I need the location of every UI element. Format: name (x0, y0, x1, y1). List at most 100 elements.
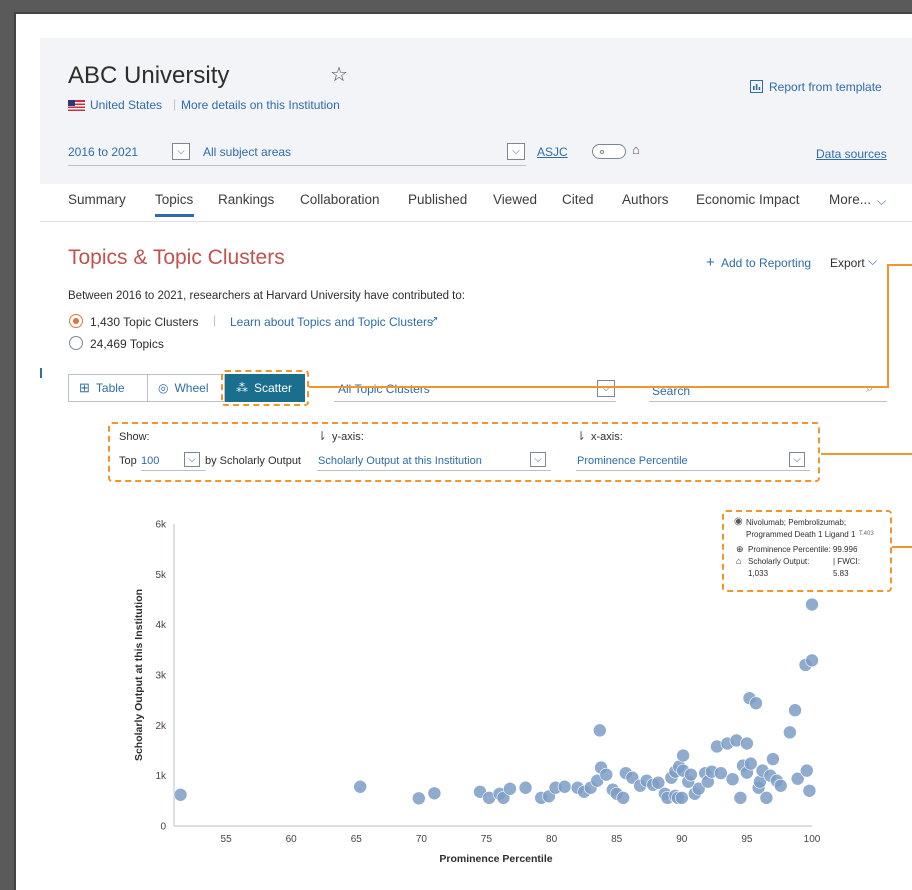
subject-area-select[interactable]: All subject areas (203, 145, 291, 159)
y-tick-label: 1k (155, 771, 167, 782)
scatter-point[interactable] (592, 723, 607, 738)
tooltip-fwci-label: | FWCI: (833, 557, 860, 566)
scatter-point[interactable] (353, 779, 367, 794)
scatter-point[interactable] (684, 767, 698, 782)
y-axis-title: Scholarly Output at this Institution (133, 589, 145, 761)
tab-topics[interactable]: Topics (155, 192, 193, 207)
data-sources-link[interactable]: Data sources (816, 147, 887, 161)
scatter-point[interactable] (725, 772, 740, 786)
scatter-point[interactable] (173, 787, 188, 802)
topic-cluster-select[interactable]: All Topic Clusters (338, 382, 430, 396)
details-link[interactable]: More details on this Institution (181, 98, 340, 112)
scatter-point[interactable] (759, 791, 774, 805)
scatter-point[interactable] (740, 736, 754, 751)
tab-collaboration[interactable]: Collaboration (300, 192, 380, 207)
scatter-point[interactable] (773, 778, 788, 793)
search-icon[interactable]: ⌕ (866, 380, 873, 396)
country-link[interactable]: United States (90, 98, 162, 112)
institution-icon: ⌂ (736, 556, 742, 566)
scatter-point[interactable] (676, 748, 690, 763)
scatter-point[interactable] (802, 783, 817, 798)
tab-rankings[interactable]: Rankings (218, 192, 274, 207)
top-prefix: Top (119, 455, 137, 467)
scatter-point[interactable] (518, 780, 533, 795)
tab-more[interactable]: More... (829, 192, 871, 207)
scatter-point[interactable] (805, 597, 819, 612)
radio-topics[interactable] (69, 336, 83, 350)
year-dropdown-chevron-icon[interactable]: ⌵ (172, 143, 190, 160)
tooltip-topic-name-line2: Programmed Death 1 Ligand 1 (746, 530, 856, 539)
scatter-point[interactable] (503, 781, 517, 796)
radio-topic-clusters[interactable] (69, 314, 83, 328)
tab-summary[interactable]: Summary (68, 192, 126, 207)
scatter-point[interactable] (674, 791, 689, 805)
separator: | (213, 313, 217, 327)
y-tick-label: 6k (155, 520, 167, 531)
report-from-template-link[interactable]: Report from template (769, 80, 882, 94)
edge-marker (40, 368, 42, 378)
scatter-point[interactable] (714, 766, 728, 780)
scatter-point[interactable] (783, 725, 797, 740)
export-chevron-icon[interactable]: ⌵ (868, 254, 877, 269)
scatter-point[interactable] (411, 791, 426, 806)
x-axis-select[interactable]: Prominence Percentile (577, 455, 688, 467)
scatter-point[interactable] (749, 696, 763, 710)
y-tick-label: 5k (155, 570, 167, 581)
toggle-switch[interactable] (592, 144, 626, 159)
tab-authors[interactable]: Authors (622, 192, 669, 207)
more-chevron-icon[interactable]: ⌵ (877, 194, 886, 209)
scatter-point[interactable] (557, 779, 572, 794)
learn-topics-link[interactable]: Learn about Topics and Topic Clusters (230, 315, 433, 329)
separator: | (173, 97, 177, 111)
annotation-line (821, 453, 912, 455)
scatter-point[interactable] (427, 786, 442, 801)
scatter-chart: 0 1k 2k 3k 4k 5k 6k 55 60 65 70 75 80 85 90 95 100 Prom… (133, 520, 821, 866)
annotation-line (892, 546, 912, 548)
x-axis-chevron-icon[interactable]: ⌵ (789, 452, 805, 467)
scatter-point[interactable] (733, 791, 748, 805)
by-scholarly-output-text: by Scholarly Output (205, 455, 301, 467)
section-description: Between 2016 to 2021, researchers at Har… (68, 290, 465, 302)
top-n-chevron-icon[interactable]: ⌵ (184, 452, 200, 467)
asjc-link[interactable]: ASJC (537, 145, 568, 159)
x-tick-label: 95 (741, 834, 753, 845)
scatter-point[interactable] (616, 791, 631, 805)
x-tick-label: 85 (611, 834, 623, 845)
annotation-line (887, 264, 889, 388)
table-view-button[interactable]: ⊞ Table (68, 374, 148, 402)
y-axis-chevron-icon[interactable]: ⌵ (530, 452, 546, 467)
star-icon[interactable]: ☆ (330, 62, 348, 87)
institution-building-icon: ⌂ (632, 142, 640, 157)
tooltip-output-value: 1,033 (748, 569, 769, 578)
globe-icon: ⊕ (736, 544, 744, 554)
radio-topics-label: 24,469 Topics (90, 337, 164, 351)
scatter-point[interactable] (799, 763, 814, 778)
add-to-reporting-button[interactable]: Add to Reporting (721, 256, 811, 270)
y-tick-label: 4k (155, 620, 167, 631)
tab-economic-impact[interactable]: Economic Impact (696, 192, 800, 207)
subject-dropdown-chevron-icon[interactable]: ⌵ (507, 143, 525, 160)
scatter-point[interactable] (805, 653, 819, 668)
export-button[interactable]: Export (830, 256, 865, 270)
scatter-point[interactable] (788, 703, 802, 718)
x-tick-label: 80 (546, 834, 558, 845)
tabs-divider (40, 221, 912, 222)
tooltip-topic-code: T.403 (859, 531, 874, 537)
scatter-point[interactable] (651, 775, 666, 790)
x-tick-label: 100 (804, 834, 821, 845)
tab-published[interactable]: Published (408, 192, 467, 207)
topic-circle-icon: ◉ (734, 516, 743, 527)
report-icon (750, 80, 763, 93)
scatter-point[interactable] (766, 752, 780, 766)
year-range-select[interactable]: 2016 to 2021 (68, 145, 138, 159)
app-frame: ABC University ☆ United States | More de… (14, 12, 912, 890)
cluster-dropdown-chevron-icon[interactable]: ⌵ (597, 380, 615, 397)
institution-name: ABC University (68, 62, 230, 89)
scatter-point[interactable] (599, 767, 614, 782)
scatter-point[interactable] (744, 756, 758, 771)
section-title: Topics & Topic Clusters (68, 246, 285, 269)
y-axis-select[interactable]: Scholarly Output at this Institution (318, 455, 482, 467)
tab-cited[interactable]: Cited (562, 192, 594, 207)
wheel-view-button[interactable]: ◎ Wheel (147, 374, 225, 402)
tab-viewed[interactable]: Viewed (493, 192, 537, 207)
